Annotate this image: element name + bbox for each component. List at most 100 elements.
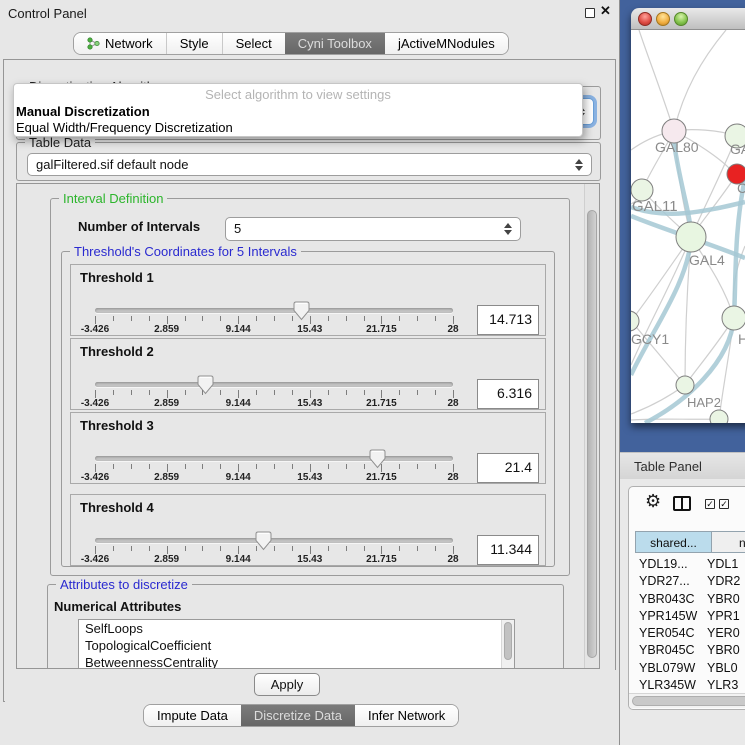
slider-scale-label: -3.426	[81, 398, 109, 409]
float-window-icon[interactable]	[585, 8, 595, 18]
network-node-label: GAL80	[655, 139, 699, 155]
cell-shared-name: YLR345W	[629, 678, 707, 692]
table-data-combobox[interactable]: galFiltered.sif default node	[27, 153, 592, 176]
cell-name: YBL0	[707, 661, 738, 675]
table-horizontal-scrollbar[interactable]	[629, 693, 745, 708]
table-row[interactable]: YBR045CYBR0	[629, 643, 745, 660]
tab-discretize-data[interactable]: Discretize Data	[241, 705, 355, 726]
slider-scale-label: -3.426	[81, 472, 109, 483]
tab-jactivemnodules[interactable]: jActiveMNodules	[385, 33, 508, 54]
threshold-slider-track[interactable]	[95, 538, 453, 543]
minimize-traffic-light-icon[interactable]	[656, 12, 670, 26]
table-row[interactable]: YPR145WYPR1	[629, 609, 745, 626]
table-row[interactable]: YDR27...YDR2	[629, 574, 745, 591]
slider-scale-label: 15.43	[297, 554, 322, 565]
algorithm-hint-item[interactable]: Select algorithm to view settings	[14, 87, 582, 102]
table-row[interactable]: YDL19...YDL1	[629, 557, 745, 574]
attribute-item-betweennesscentrality[interactable]: BetweennessCentrality	[79, 654, 514, 669]
network-node[interactable]	[710, 410, 728, 423]
network-node-label: C	[737, 180, 745, 196]
settings-vertical-scrollbar[interactable]	[584, 184, 599, 668]
slider-scale-label: 21.715	[366, 324, 397, 335]
algorithm-option-manual[interactable]: Manual Discretization	[16, 104, 150, 119]
network-canvas[interactable]: GAL80GACGAL11GAL4GCY1HHAP2	[631, 30, 745, 423]
attributes-group-label: Attributes to discretize	[56, 577, 192, 592]
attributes-list-scrollbar[interactable]	[501, 620, 514, 669]
slider-scale-label: 9.144	[226, 472, 251, 483]
network-node[interactable]	[722, 306, 745, 330]
slider-scale-label: 21.715	[366, 554, 397, 565]
tab-network[interactable]: Network	[74, 33, 166, 54]
network-node[interactable]	[676, 376, 694, 394]
slider-scale-label: 21.715	[366, 398, 397, 409]
tab-impute-data[interactable]: Impute Data	[144, 705, 241, 726]
attribute-item-selfloops[interactable]: SelfLoops	[79, 620, 514, 637]
slider-scale-label: 15.43	[297, 472, 322, 483]
bottom-tab-bar: Impute Data Discretize DataInfer Network	[143, 704, 459, 727]
column-header-name[interactable]: n	[712, 531, 745, 553]
attribute-item-topologicalcoefficient[interactable]: TopologicalCoefficient	[79, 637, 514, 654]
panel-title: Control Panel	[8, 6, 87, 21]
gear-icon[interactable]: ⚙	[645, 491, 661, 512]
table-data-label: Table Data	[25, 135, 95, 150]
network-node-label: GCY1	[631, 331, 669, 347]
threshold-panel-2: Threshold 2-3.4262.8599.14415.4321.71528…	[70, 338, 546, 410]
threshold-value-field[interactable]: 11.344	[477, 535, 539, 565]
number-of-intervals-value: 5	[234, 221, 241, 236]
table-row[interactable]: YBR043CYBR0	[629, 592, 745, 609]
control-panel: Control Panel ✕ Network Style SelectCyni T…	[0, 0, 620, 745]
slider-scale-label: 21.715	[366, 472, 397, 483]
tab-cyni-toolbox[interactable]: Cyni Toolbox	[285, 33, 385, 54]
threshold-value-field[interactable]: 6.316	[477, 379, 539, 409]
algorithm-option-equal-width[interactable]: Equal Width/Frequency Discretization	[16, 120, 233, 135]
table-header: shared... n	[629, 531, 745, 553]
cell-name: YPR1	[707, 609, 740, 623]
threshold-slider-track[interactable]	[95, 382, 453, 387]
number-of-intervals-combobox[interactable]: 5	[225, 217, 521, 241]
network-node[interactable]	[631, 311, 639, 331]
column-header-shared-name[interactable]: shared...	[635, 531, 712, 553]
close-traffic-light-icon[interactable]	[638, 12, 652, 26]
tab-label: Impute Data	[157, 705, 228, 726]
columns-icon[interactable]	[673, 496, 691, 511]
slider-scale-label: 28	[447, 324, 458, 335]
cell-shared-name: YBL079W	[629, 661, 707, 675]
cell-shared-name: YDL19...	[629, 557, 707, 571]
tab-label: Network	[105, 33, 153, 54]
network-edge[interactable]	[631, 419, 719, 420]
threshold-slider-track[interactable]	[95, 308, 453, 313]
table-row[interactable]: YER054CYER0	[629, 626, 745, 643]
close-icon[interactable]: ✕	[600, 3, 611, 19]
cell-name: YBR0	[707, 592, 740, 606]
desktop-area: GAL80GACGAL11GAL4GCY1HHAP2 Table Panel ⚙…	[620, 0, 745, 745]
network-node[interactable]	[676, 222, 706, 252]
tab-label: jActiveMNodules	[398, 33, 495, 54]
table-row[interactable]: YBL079WYBL0	[629, 661, 745, 678]
network-window-titlebar[interactable]	[631, 8, 745, 30]
cell-shared-name: YER054C	[629, 626, 707, 640]
threshold-value-field[interactable]: 21.4	[477, 453, 539, 483]
tab-select[interactable]: Select	[222, 33, 285, 54]
top-tab-bar: Network Style SelectCyni Toolbox jActiveMNo…	[73, 32, 509, 55]
thresholds-group-label: Threshold's Coordinates for 5 Intervals	[70, 244, 301, 259]
slider-scale-label: 15.43	[297, 398, 322, 409]
checkbox-icon[interactable]: ✓	[705, 499, 715, 509]
tab-style[interactable]: Style	[166, 33, 222, 54]
slider-ticks	[95, 464, 453, 473]
checkbox-icon[interactable]: ✓	[719, 499, 729, 509]
network-tab-icon	[87, 37, 100, 50]
slider-scale-label: 28	[447, 554, 458, 565]
tab-label: Style	[180, 33, 209, 54]
tab-infer-network[interactable]: Infer Network	[355, 705, 458, 726]
network-edge[interactable]	[674, 30, 726, 131]
cell-name: YBR0	[707, 643, 740, 657]
slider-scale-label: 15.43	[297, 324, 322, 335]
slider-scale-label: 9.144	[226, 324, 251, 335]
network-edge[interactable]	[639, 30, 674, 131]
slider-scale-label: 2.859	[154, 472, 179, 483]
zoom-traffic-light-icon[interactable]	[674, 12, 688, 26]
apply-button[interactable]: Apply	[254, 673, 320, 696]
threshold-slider-track[interactable]	[95, 456, 453, 461]
threshold-value-field[interactable]: 14.713	[477, 305, 539, 335]
cell-shared-name: YPR145W	[629, 609, 707, 623]
